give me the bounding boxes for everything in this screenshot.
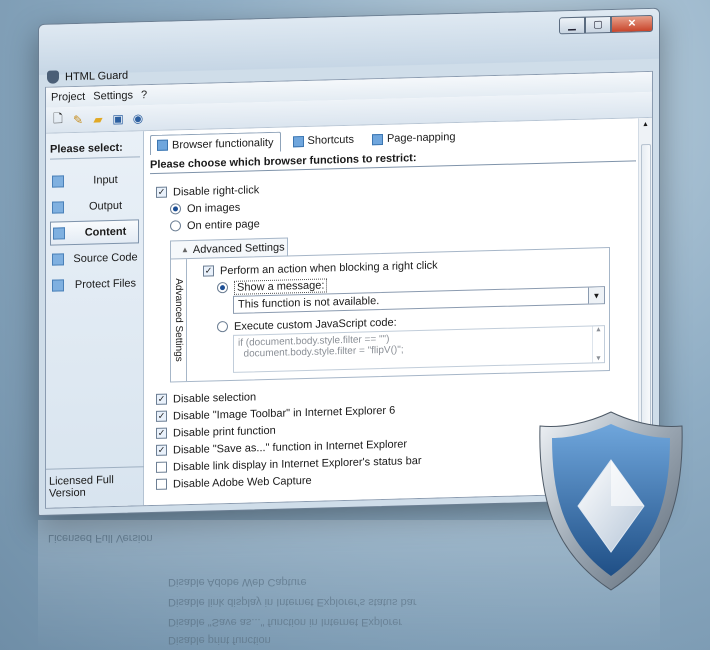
tab-browser-functionality[interactable]: Browser functionality bbox=[150, 131, 281, 156]
license-status: Licensed Full Version bbox=[46, 466, 144, 504]
minimize-button[interactable]: ▁ bbox=[559, 16, 585, 35]
tab-label: Shortcuts bbox=[307, 133, 354, 147]
advanced-content: ✓ Perform an action when blocking a righ… bbox=[193, 248, 605, 381]
on-images-radio[interactable] bbox=[170, 203, 181, 215]
message-value: This function is not available. bbox=[238, 295, 380, 311]
window-controls: ▁ ▢ ✕ bbox=[559, 14, 653, 35]
sidebar-item-label: Protect Files bbox=[74, 277, 137, 292]
sidebar-item-label: Content bbox=[84, 225, 127, 239]
title-area: HTML Guard bbox=[47, 69, 128, 84]
option-label: On images bbox=[187, 201, 241, 215]
chevron-up-icon: ▲ bbox=[181, 245, 189, 255]
tab-icon bbox=[292, 135, 304, 147]
wand-icon[interactable]: ✎ bbox=[70, 111, 86, 127]
title-bar[interactable]: ▁ ▢ ✕ HTML Guard bbox=[39, 8, 659, 84]
option-label: On entire page bbox=[187, 217, 260, 232]
maximize-button[interactable]: ▢ bbox=[585, 15, 611, 34]
disable-adobe-web-capture-checkbox[interactable] bbox=[156, 478, 167, 490]
on-entire-page-radio[interactable] bbox=[170, 220, 181, 232]
scroll-up-icon[interactable]: ▲ bbox=[642, 121, 649, 128]
sidebar-item-label: Input bbox=[93, 173, 118, 187]
save-icon[interactable]: ▣ bbox=[110, 110, 126, 126]
step-icon bbox=[52, 279, 64, 292]
disable-link-display-checkbox[interactable] bbox=[156, 461, 167, 473]
disable-print-checkbox[interactable]: ✓ bbox=[156, 427, 167, 439]
disable-selection-checkbox[interactable]: ✓ bbox=[156, 393, 167, 405]
reflection-line: Disable "Save as..." function in Interne… bbox=[168, 616, 403, 628]
scroll-down-icon[interactable]: ▼ bbox=[595, 355, 602, 362]
sidebar-item-output[interactable]: Output bbox=[50, 193, 139, 219]
option-label: Disable print function bbox=[173, 424, 276, 439]
menu-settings[interactable]: Settings bbox=[93, 90, 133, 103]
disable-image-toolbar-checkbox[interactable]: ✓ bbox=[156, 410, 167, 422]
tab-icon bbox=[157, 139, 168, 151]
reflection-line: Disable Adobe Web Capture bbox=[168, 576, 307, 588]
advanced-settings-panel: Advanced Settings ✓ Perform an action wh… bbox=[170, 247, 610, 383]
close-button[interactable]: ✕ bbox=[611, 14, 653, 33]
help-icon[interactable]: ◉ bbox=[130, 110, 146, 126]
option-label: Disable selection bbox=[173, 390, 257, 405]
sidebar-item-protect-files[interactable]: Protect Files bbox=[50, 271, 139, 297]
option-label: Disable right-click bbox=[173, 183, 260, 198]
tab-label: Page-napping bbox=[386, 131, 456, 145]
step-icon bbox=[52, 201, 64, 214]
chevron-down-icon[interactable]: ▼ bbox=[588, 287, 604, 304]
open-folder-icon[interactable]: ▰ bbox=[90, 111, 106, 127]
html-guard-shield-logo bbox=[539, 411, 683, 591]
tab-label: Browser functionality bbox=[172, 136, 274, 151]
show-message-radio[interactable] bbox=[217, 282, 228, 294]
new-file-icon[interactable]: 🗋 bbox=[50, 111, 66, 128]
step-icon bbox=[52, 175, 64, 188]
shield-icon bbox=[47, 70, 59, 84]
reflection-line: Disable print function bbox=[168, 634, 271, 646]
sidebar-item-content[interactable]: Content bbox=[50, 219, 139, 246]
advanced-side-label: Advanced Settings bbox=[171, 259, 187, 382]
disable-right-click-checkbox[interactable]: ✓ bbox=[156, 186, 167, 198]
scroll-up-icon[interactable]: ▲ bbox=[595, 326, 602, 333]
perform-action-checkbox[interactable]: ✓ bbox=[203, 265, 214, 277]
sidebar-item-label: Source Code bbox=[73, 251, 138, 266]
code-scrollbar[interactable]: ▲ ▼ bbox=[592, 326, 604, 363]
tab-icon bbox=[371, 133, 383, 145]
tab-shortcuts[interactable]: Shortcuts bbox=[287, 130, 360, 152]
option-label: Show a message: bbox=[234, 277, 328, 295]
reflection-footer: Licensed Full Version bbox=[48, 532, 153, 544]
tab-page-napping[interactable]: Page-napping bbox=[366, 127, 462, 150]
step-icon bbox=[53, 227, 65, 240]
option-label: Execute custom JavaScript code: bbox=[234, 316, 397, 333]
option-label: Disable Adobe Web Capture bbox=[173, 474, 312, 490]
step-icon bbox=[52, 253, 64, 266]
window-title: HTML Guard bbox=[65, 69, 129, 83]
menu-project[interactable]: Project bbox=[51, 91, 85, 104]
advanced-tab-label: Advanced Settings bbox=[192, 241, 285, 256]
sidebar-item-label: Output bbox=[88, 199, 123, 213]
sidebar: Please select: Input Output Content Sour… bbox=[46, 131, 144, 508]
sidebar-item-input[interactable]: Input bbox=[50, 167, 139, 193]
reflection-line: Disable link display in Internet Explore… bbox=[168, 596, 417, 608]
disable-save-as-checkbox[interactable]: ✓ bbox=[156, 444, 167, 456]
sidebar-item-source-code[interactable]: Source Code bbox=[50, 245, 139, 271]
menu-help[interactable]: ? bbox=[141, 89, 147, 101]
execute-js-radio[interactable] bbox=[217, 321, 228, 333]
